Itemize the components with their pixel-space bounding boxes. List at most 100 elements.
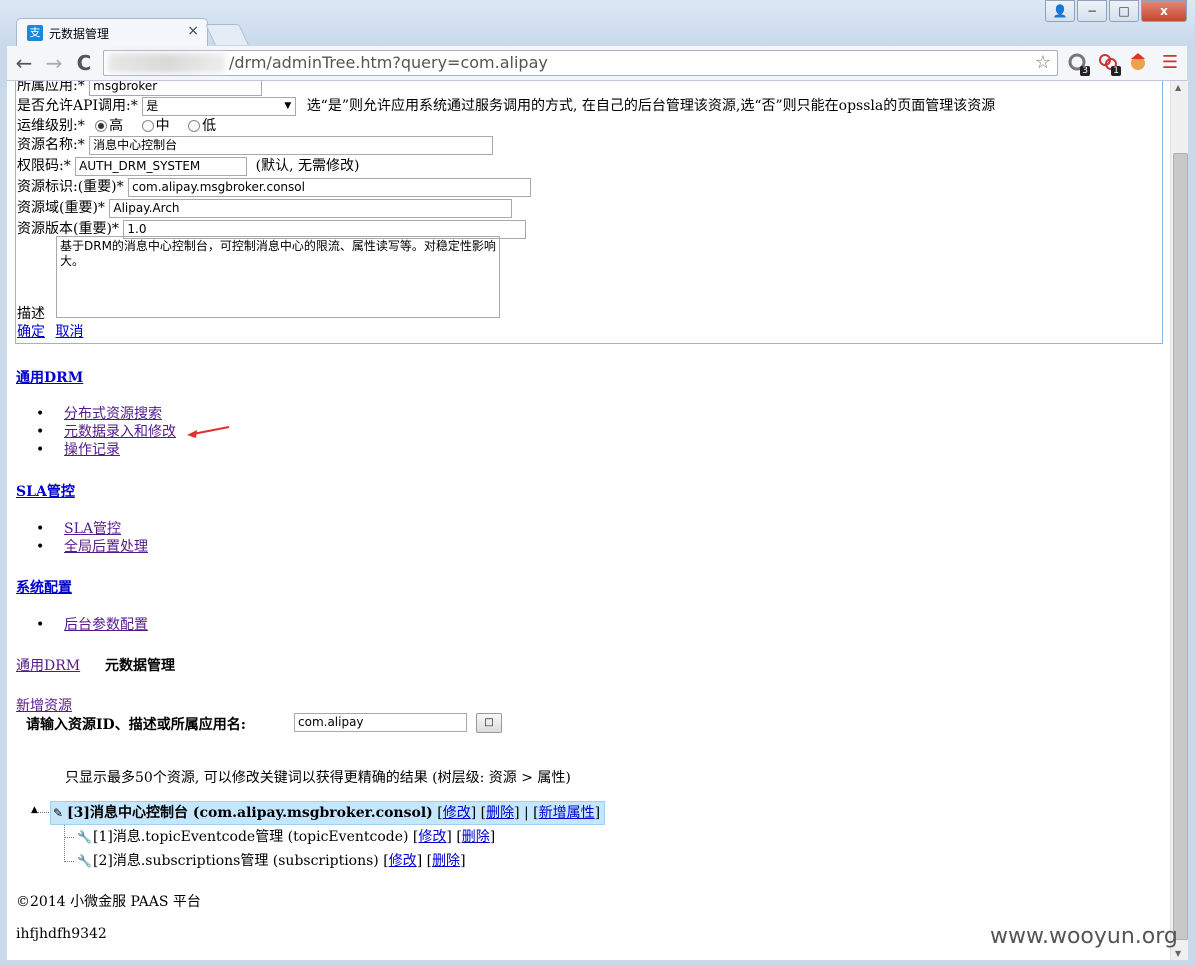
tree-root-node[interactable]: ✎ [3]消息中心控制台 (com.alipay.msgbroker.consol… xyxy=(50,801,606,825)
level-radio-high[interactable] xyxy=(95,120,108,132)
tab-close-icon[interactable]: × xyxy=(187,23,199,39)
perm-row: 权限码:* AUTH_DRM_SYSTEM (默认, 无需修改) xyxy=(17,155,359,176)
name-input[interactable]: 消息中心控制台 xyxy=(89,135,494,155)
tree-child-node[interactable]: 🔧[1]消息.topicEventcode管理 (topicEventcode)… xyxy=(77,826,495,848)
domain-row: 资源域(重要)* Alipay.Arch xyxy=(17,197,513,218)
url-text: /drm/adminTree.htm?query=com.alipay xyxy=(229,53,548,72)
extension-gear-icon[interactable]: 3 xyxy=(1066,52,1090,76)
breadcrumb-parent[interactable]: 通用DRM xyxy=(16,655,80,675)
scroll-down-icon[interactable]: ▼ xyxy=(1175,949,1181,958)
domain-label: 资源域(重要)* xyxy=(17,200,105,216)
window-border xyxy=(0,46,7,966)
confirm-link[interactable]: 确定 xyxy=(17,324,45,340)
resource-id-input[interactable]: com.alipay.msgbroker.consol xyxy=(128,177,532,197)
api-row: 是否允许API调用:* 是 ▼ 选“是”则允许应用系统通过服务调用的方式, 在自… xyxy=(17,95,995,116)
edit-link[interactable]: 修改 xyxy=(443,805,471,821)
sla-menu: SLA管控 全局后置处理 xyxy=(16,520,148,556)
menu-link[interactable]: 操作记录 xyxy=(64,442,120,458)
extension-link-icon[interactable]: 1 xyxy=(1097,52,1121,76)
version-label: 资源版本(重要)* xyxy=(17,221,119,237)
level-label: 运维级别:* xyxy=(17,118,85,134)
edit-link[interactable]: 修改 xyxy=(418,829,446,845)
level-radio-low[interactable] xyxy=(188,120,201,132)
app-label: 所属应用:* xyxy=(17,81,85,94)
nav-drm-title[interactable]: 通用DRM xyxy=(16,367,83,387)
browser-tab[interactable]: 支 元数据管理 × xyxy=(16,18,208,47)
tree-connector xyxy=(64,837,74,838)
id-row: 资源标识:(重要)* com.alipay.msgbroker.consol xyxy=(17,176,532,197)
cancel-link[interactable]: 取消 xyxy=(55,324,83,340)
name-label: 资源名称:* xyxy=(17,137,85,153)
resource-edit-form: 所属应用:* msgbroker 是否允许API调用:* 是 ▼ 选“是”则允许… xyxy=(15,81,1163,344)
new-tab-button[interactable] xyxy=(205,24,249,45)
dropdown-caret-icon: ▼ xyxy=(284,100,292,111)
delete-link[interactable]: 删除 xyxy=(486,805,514,821)
domain-input[interactable]: Alipay.Arch xyxy=(109,198,513,218)
search-label: 请输入资源ID、描述或所属应用名: xyxy=(26,717,246,733)
perm-input[interactable]: AUTH_DRM_SYSTEM xyxy=(75,156,248,176)
back-arrow-icon[interactable]: ← xyxy=(12,51,36,75)
document-edit-icon: ✎ xyxy=(52,806,64,820)
menu-item-global-post: 全局后置处理 xyxy=(16,538,148,556)
menu-item-operation-log: 操作记录 xyxy=(16,441,176,459)
menu-link[interactable]: 后台参数配置 xyxy=(64,617,148,633)
wrench-icon: 🔧 xyxy=(77,830,92,844)
level-option-label: 低 xyxy=(202,118,217,134)
menu-link[interactable]: 全局后置处理 xyxy=(64,539,148,555)
sys-menu: 后台参数配置 xyxy=(16,616,148,634)
api-select[interactable]: 是 ▼ xyxy=(142,96,297,116)
alipay-favicon-icon: 支 xyxy=(27,25,43,41)
scroll-up-icon[interactable]: ▲ xyxy=(1175,83,1181,92)
app-input[interactable]: msgbroker xyxy=(89,81,263,96)
menu-link[interactable]: 分布式资源搜索 xyxy=(64,406,162,422)
description-textarea[interactable]: 基于DRM的消息中心控制台，可控制消息中心的限流、属性读写等。对稳定性影响大。 xyxy=(56,236,500,318)
scrollbar-thumb[interactable] xyxy=(1173,153,1188,940)
drm-menu: 分布式资源搜索 元数据录入和修改 操作记录 xyxy=(16,405,176,459)
api-label: 是否允许API调用:* xyxy=(17,98,138,114)
window-border xyxy=(0,960,1195,966)
search-button[interactable]: □ xyxy=(476,713,502,733)
account-icon[interactable]: 👤 xyxy=(1045,0,1075,22)
form-actions: 确定 取消 xyxy=(17,321,83,341)
bookmark-star-icon[interactable]: ☆ xyxy=(1035,51,1051,75)
tree-collapse-icon[interactable]: ▲ xyxy=(31,805,38,815)
tab-title: 元数据管理 xyxy=(49,27,110,41)
search-input[interactable]: com.alipay xyxy=(294,713,467,732)
window-border xyxy=(1187,46,1195,966)
desc-label: 描述 xyxy=(17,306,45,322)
browser-titlebar: 支 元数据管理 × 👤 − □ x xyxy=(0,0,1195,47)
new-resource-link[interactable]: 新增资源 xyxy=(16,695,72,715)
footer-copyright: ©2014 小微金服 PAAS 平台 xyxy=(16,894,201,910)
perm-label: 权限码:* xyxy=(17,158,71,174)
delete-link[interactable]: 删除 xyxy=(432,853,460,869)
menu-item-distributed-search: 分布式资源搜索 xyxy=(16,405,176,423)
extension-badge: 3 xyxy=(1080,66,1090,76)
delete-link[interactable]: 删除 xyxy=(462,829,490,845)
menu-link[interactable]: 元数据录入和修改 xyxy=(64,424,176,440)
perm-note: (默认, 无需修改) xyxy=(255,158,360,174)
api-selected: 是 xyxy=(146,98,159,113)
close-window-button[interactable]: x xyxy=(1141,0,1187,22)
wrench-icon: 🔧 xyxy=(77,854,92,868)
maximize-button[interactable]: □ xyxy=(1109,0,1139,22)
level-option-label: 高 xyxy=(109,118,124,134)
minimize-button[interactable]: − xyxy=(1077,0,1107,22)
tree-child-node[interactable]: 🔧[2]消息.subscriptions管理 (subscriptions) [… xyxy=(77,850,466,872)
address-bar[interactable]: /drm/adminTree.htm?query=com.alipay ☆ xyxy=(103,50,1058,76)
level-radio-medium[interactable] xyxy=(141,120,154,132)
menu-item-sla: SLA管控 xyxy=(16,520,148,538)
forward-arrow-icon[interactable]: → xyxy=(42,51,66,75)
nav-sla-title[interactable]: SLA管控 xyxy=(16,481,75,501)
nav-sys-title[interactable]: 系统配置 xyxy=(16,577,72,597)
id-label: 资源标识:(重要)* xyxy=(17,179,124,195)
browser-menu-icon[interactable]: ☰ xyxy=(1159,52,1181,74)
edit-link[interactable]: 修改 xyxy=(389,853,417,869)
tree-connector xyxy=(64,825,65,862)
tree-node-text: [2]消息.subscriptions管理 (subscriptions) xyxy=(93,853,379,869)
extension-avatar-icon[interactable] xyxy=(1127,52,1149,74)
menu-link[interactable]: SLA管控 xyxy=(64,521,121,537)
vertical-scrollbar[interactable]: ▲ ▼ xyxy=(1170,81,1188,960)
add-property-link[interactable]: 新增属性 xyxy=(539,805,595,821)
window-controls: 👤 − □ x xyxy=(1043,0,1187,22)
reload-icon[interactable]: C xyxy=(72,51,96,75)
